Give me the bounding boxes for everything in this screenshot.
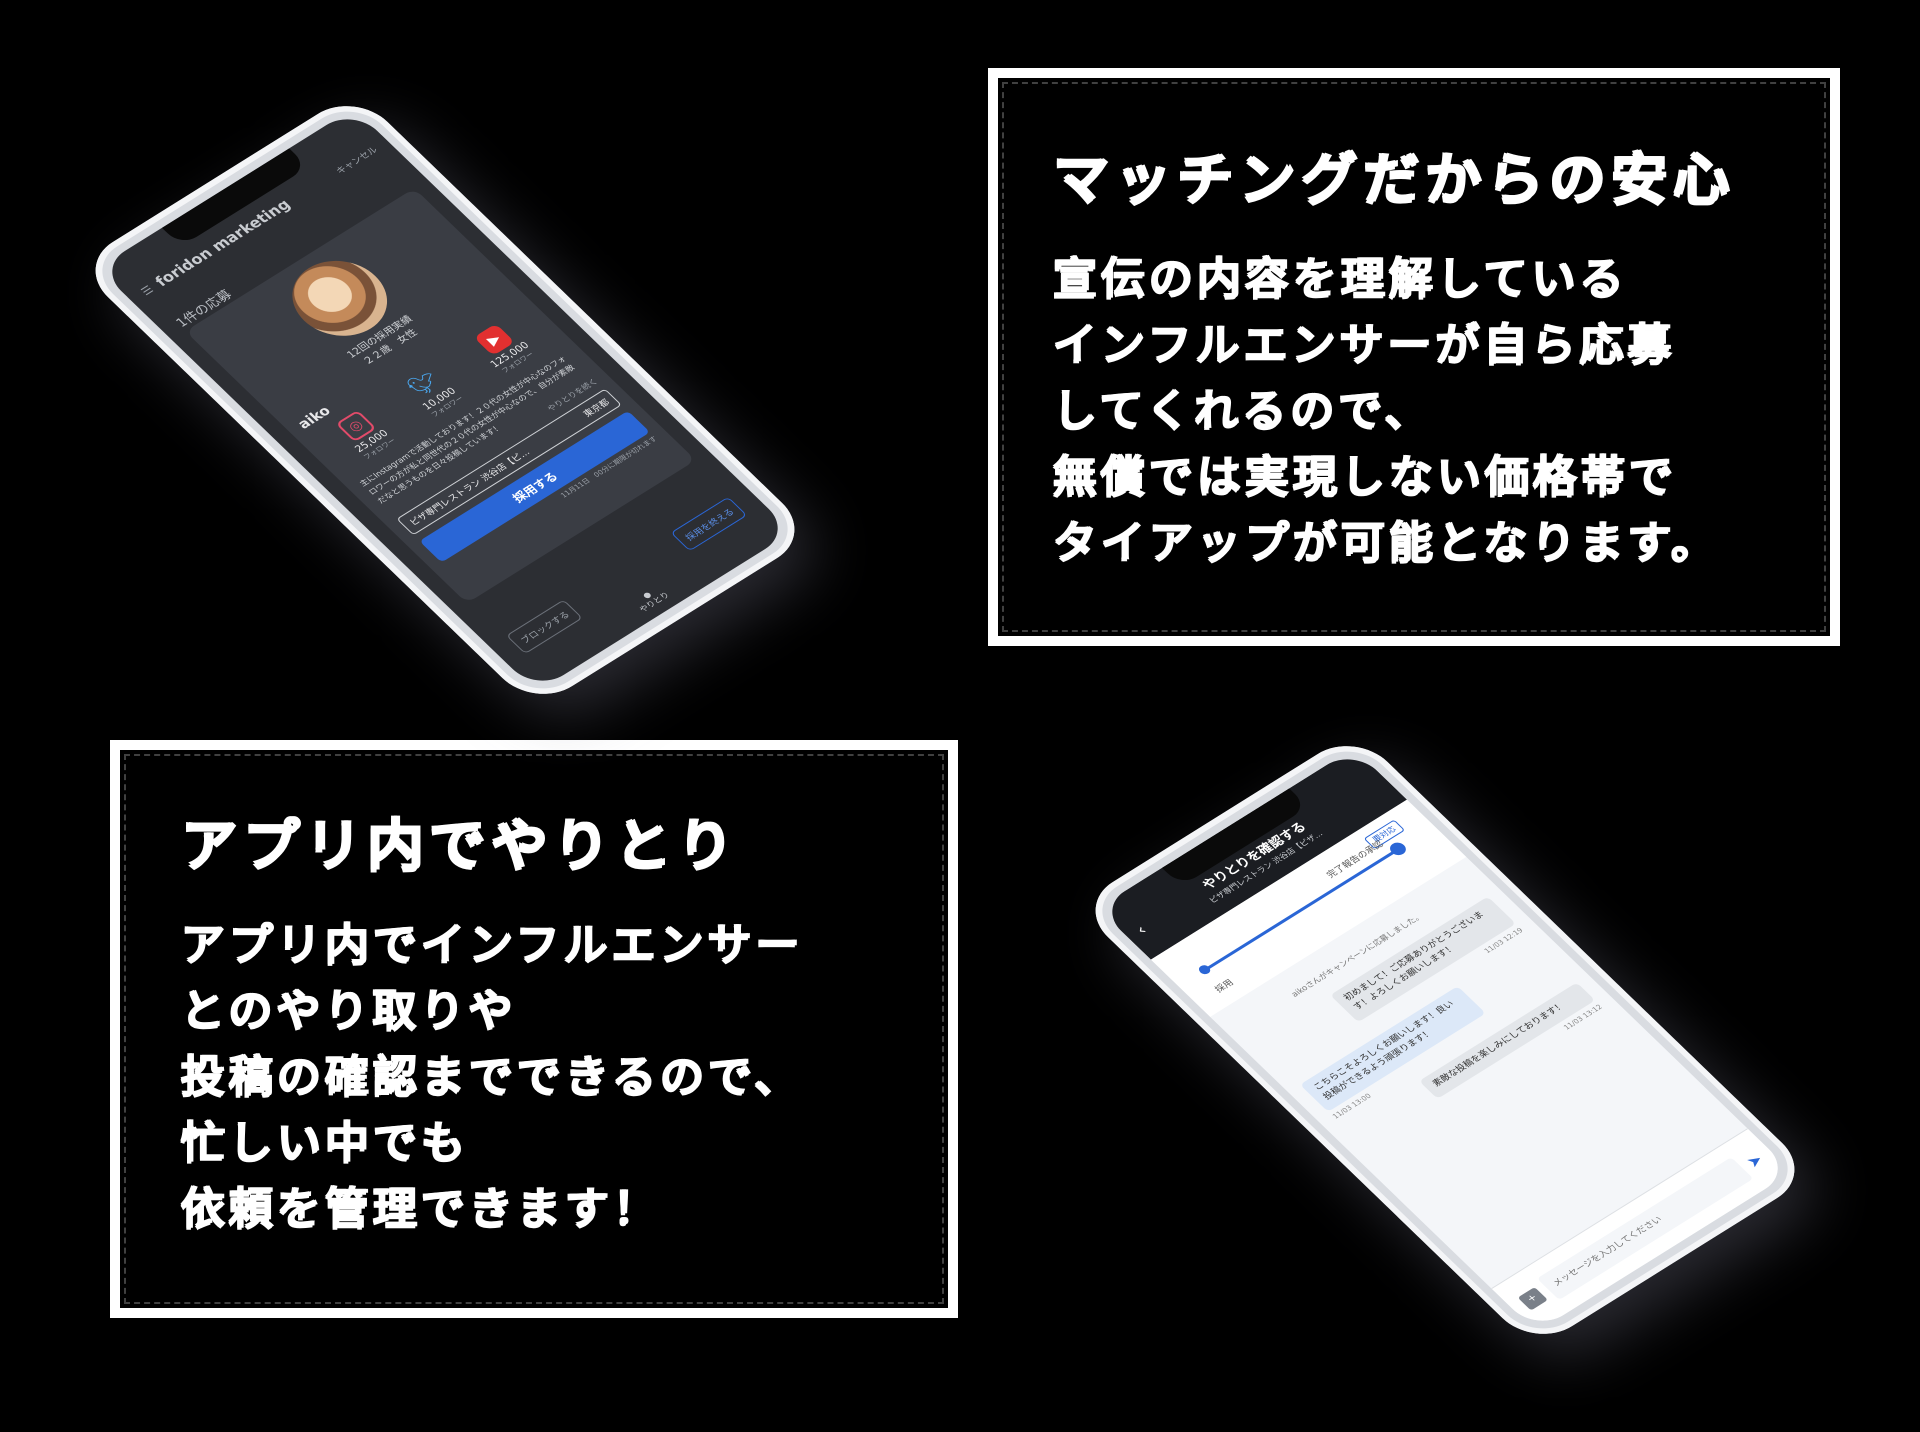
- phone-frame: ☰ foridon marketing キャンセル 1件の応募 12回の採用実績…: [75, 90, 815, 710]
- menu-icon[interactable]: ☰: [138, 283, 156, 298]
- send-icon[interactable]: ➤: [1742, 1150, 1767, 1171]
- sns-instagram[interactable]: ◎ 25,000 フォロワー: [332, 408, 399, 462]
- feature-line: タイアップが可能となります。: [1052, 517, 1719, 568]
- feature-line: 宣伝の内容を理解している: [1052, 253, 1627, 304]
- sns-youtube[interactable]: ▶ 125,000 フォロワー: [467, 320, 539, 378]
- feature-body: アプリ内でインフルエンサー とのやり取りや 投稿の確認までできるので、 忙しい中…: [180, 912, 888, 1242]
- phone-mockup-applicant: ☰ foridon marketing キャンセル 1件の応募 12回の採用実績…: [75, 90, 815, 710]
- progress-dot-start: [1196, 963, 1213, 976]
- feature-title: アプリ内でやりとり: [180, 813, 738, 878]
- campaign-place: 東京都: [581, 397, 613, 420]
- progress-dot-end: [1386, 840, 1410, 858]
- image-attach-icon[interactable]: +: [1517, 1287, 1548, 1311]
- feature-line: 無償では実現しない価格帯で: [1052, 451, 1676, 502]
- feature-title: マッチングだからの安心: [1052, 147, 1734, 212]
- applicant-modal: 12回の採用実績 ２２歳 女性 aiko ◎ 25,000 フォロワー 🐦︎ 1…: [185, 188, 696, 604]
- feature-body: 宣伝の内容を理解している インフルエンサーが自ら応募 してくれるので、 無償では…: [1052, 246, 1776, 576]
- feature-line: インフルエンサーが自ら応募: [1052, 319, 1675, 370]
- feature-line: してくれるので、: [1052, 385, 1432, 436]
- stage-label-left: 採用: [1213, 978, 1237, 995]
- feature-box-matching: マッチングだからの安心 宣伝の内容を理解している インフルエンサーが自ら応募 し…: [988, 68, 1840, 646]
- sns-twitter[interactable]: 🐦︎ 10,000 フォロワー: [399, 365, 466, 419]
- feature-box-messaging: アプリ内でやりとり アプリ内でインフルエンサー とのやり取りや 投稿の確認までで…: [110, 740, 958, 1318]
- phone-screen: ‹ やりとりを確認する ピザ専門レストラン 渋谷店【ピザ… 要対応 完了報告の承…: [1097, 748, 1793, 1332]
- header-link[interactable]: キャンセル: [332, 143, 380, 176]
- phone-mockup-messaging: ‹ やりとりを確認する ピザ専門レストラン 渋谷店【ピザ… 要対応 完了報告の承…: [1075, 730, 1815, 1350]
- feature-line: 忙しい中でも: [180, 1117, 468, 1168]
- feature-line: 投稿の確認までできるので、: [180, 1051, 802, 1102]
- phone-frame: ‹ やりとりを確認する ピザ専門レストラン 渋谷店【ピザ… 要対応 完了報告の承…: [1075, 730, 1815, 1350]
- phone-screen: ☰ foridon marketing キャンセル 1件の応募 12回の採用実績…: [97, 108, 793, 692]
- feature-line: アプリ内でインフルエンサー: [180, 919, 803, 970]
- feature-line: 依頼を管理できます！: [180, 1183, 660, 1234]
- feature-line: とのやり取りや: [180, 985, 516, 1036]
